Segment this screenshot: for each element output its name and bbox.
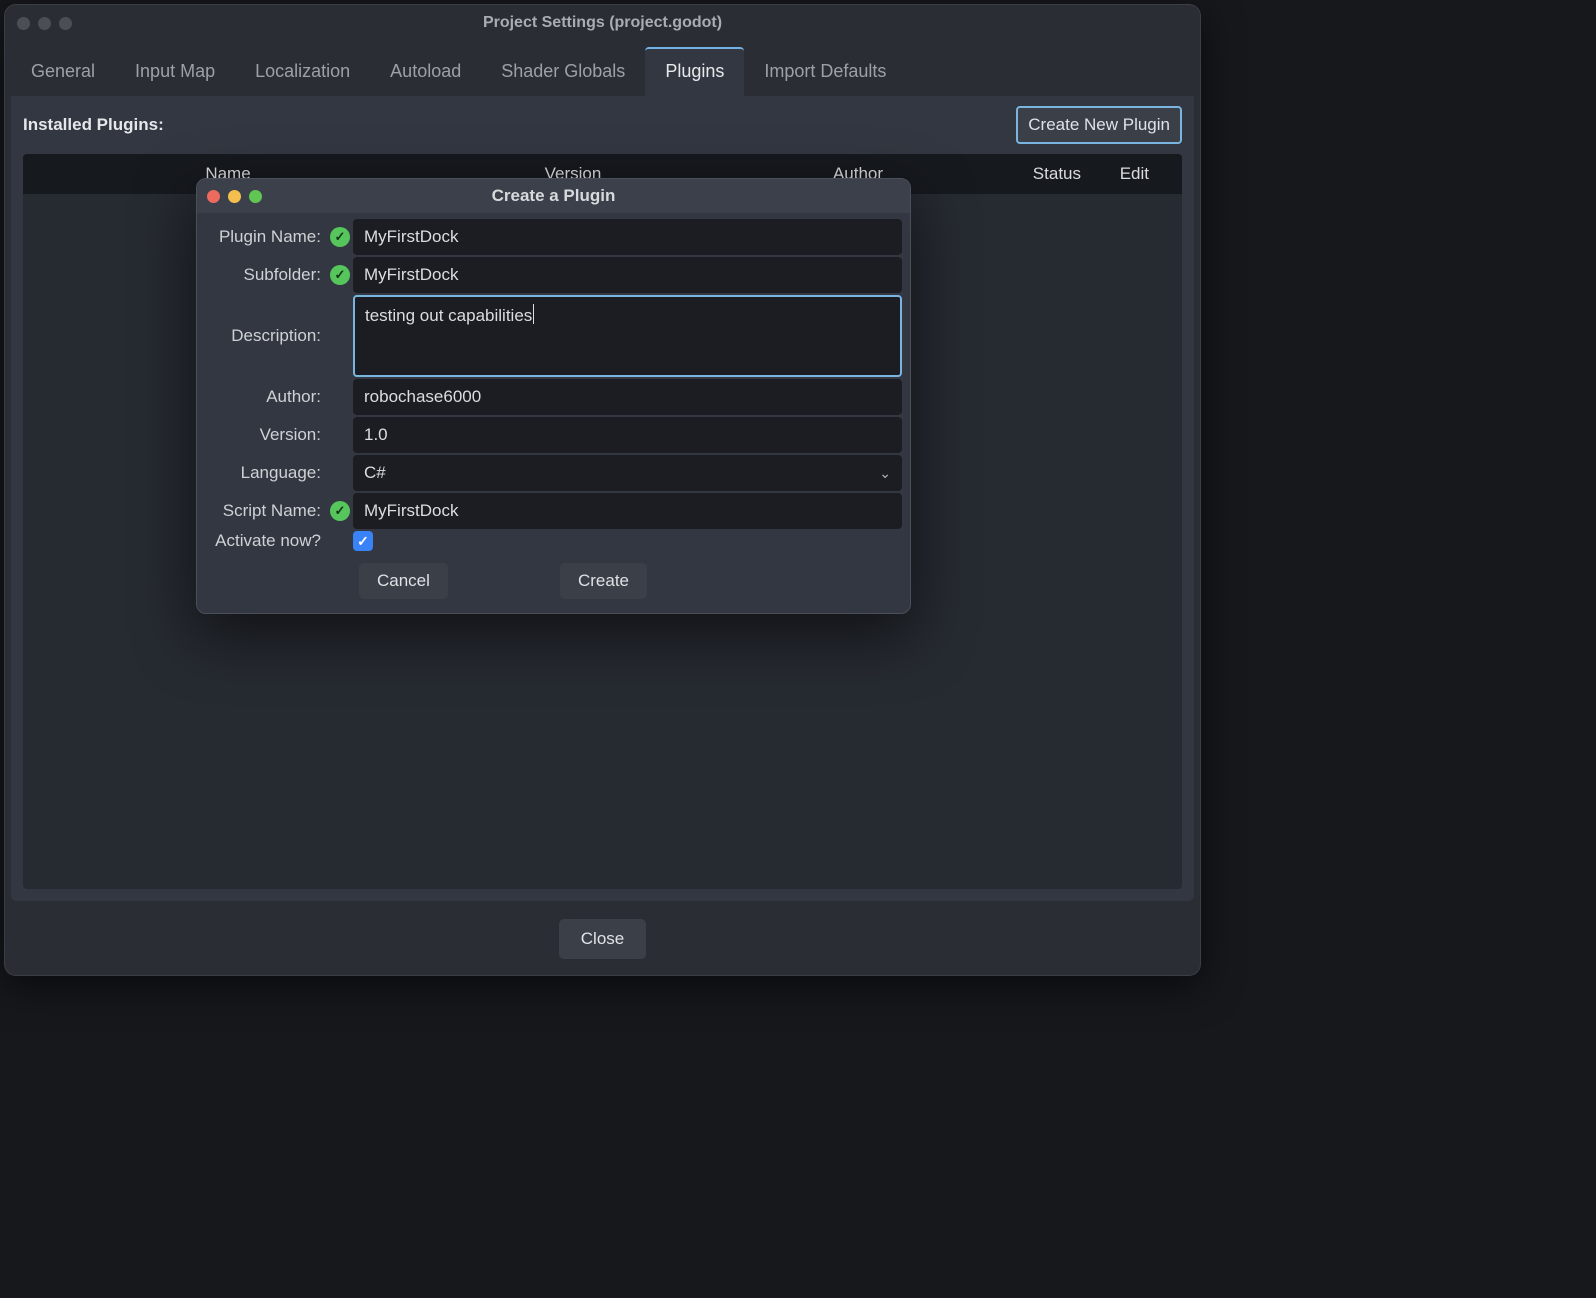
window-close-icon[interactable] [17, 17, 30, 30]
window-traffic-lights [17, 17, 72, 30]
valid-check-icon: ✓ [330, 227, 350, 247]
cancel-button[interactable]: Cancel [359, 563, 448, 599]
activate-now-label: Activate now? [203, 531, 327, 551]
valid-check-icon: ✓ [330, 265, 350, 285]
version-label: Version: [203, 425, 327, 445]
language-select[interactable]: C# ⌄ [353, 455, 902, 491]
installed-header: Installed Plugins: Create New Plugin [11, 96, 1194, 154]
valid-check-icon: ✓ [330, 501, 350, 521]
chevron-down-icon: ⌄ [879, 465, 891, 482]
dialog-traffic-lights [207, 190, 262, 203]
close-button[interactable]: Close [559, 919, 646, 959]
dialog-title: Create a Plugin [197, 186, 910, 206]
window-title: Project Settings (project.godot) [5, 14, 1200, 32]
description-input[interactable]: testing out capabilities [353, 295, 902, 377]
tab-localization[interactable]: Localization [235, 47, 370, 96]
subfolder-label: Subfolder: [203, 265, 327, 285]
column-header-status[interactable]: Status [1003, 154, 1093, 194]
tab-autoload[interactable]: Autoload [370, 47, 481, 96]
tab-general[interactable]: General [11, 47, 115, 96]
script-name-input[interactable] [353, 493, 902, 529]
activate-now-checkbox[interactable]: ✓ [353, 531, 373, 551]
dialog-titlebar: Create a Plugin [197, 179, 910, 213]
installed-plugins-label: Installed Plugins: [23, 115, 164, 135]
dialog-buttons: Cancel Create [203, 553, 653, 599]
window-maximize-icon[interactable] [59, 17, 72, 30]
tab-plugins[interactable]: Plugins [645, 47, 744, 96]
plugin-name-input[interactable] [353, 219, 902, 255]
dialog-minimize-icon[interactable] [228, 190, 241, 203]
create-new-plugin-button[interactable]: Create New Plugin [1016, 106, 1182, 144]
footer: Close [5, 907, 1200, 975]
tabs-row: General Input Map Localization Autoload … [5, 41, 1200, 96]
tab-input-map[interactable]: Input Map [115, 47, 235, 96]
create-plugin-dialog: Create a Plugin Plugin Name: ✓ Subfolder… [196, 178, 911, 614]
dialog-maximize-icon[interactable] [249, 190, 262, 203]
tab-shader-globals[interactable]: Shader Globals [481, 47, 645, 96]
language-select-value: C# [364, 463, 386, 483]
column-header-edit[interactable]: Edit [1093, 154, 1153, 194]
titlebar: Project Settings (project.godot) [5, 5, 1200, 41]
description-label: Description: [203, 326, 327, 346]
plugin-name-label: Plugin Name: [203, 227, 327, 247]
language-label: Language: [203, 463, 327, 483]
subfolder-input[interactable] [353, 257, 902, 293]
script-name-label: Script Name: [203, 501, 327, 521]
tab-import-defaults[interactable]: Import Defaults [744, 47, 906, 96]
window-minimize-icon[interactable] [38, 17, 51, 30]
author-input[interactable] [353, 379, 902, 415]
dialog-close-icon[interactable] [207, 190, 220, 203]
author-label: Author: [203, 387, 327, 407]
create-button[interactable]: Create [560, 563, 647, 599]
create-plugin-form: Plugin Name: ✓ Subfolder: ✓ Description:… [197, 213, 910, 613]
version-input[interactable] [353, 417, 902, 453]
